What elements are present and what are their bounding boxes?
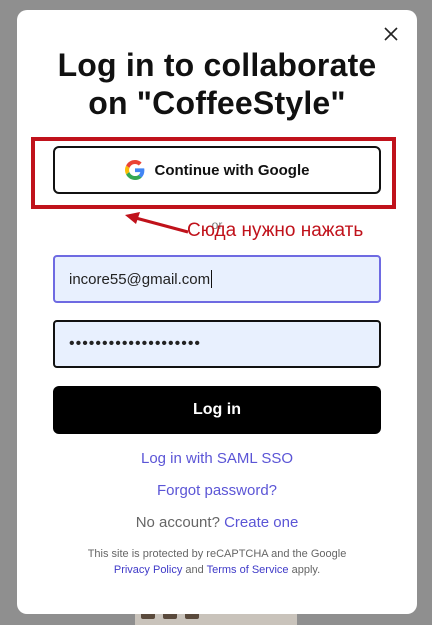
no-account-row: No account? Create one	[17, 514, 417, 531]
text-caret	[211, 270, 213, 288]
create-account-link[interactable]: Create one	[224, 514, 298, 531]
email-value: incore55@gmail.com	[69, 270, 211, 288]
legal-apply-text: apply.	[291, 564, 321, 576]
annotation-arrow-icon	[125, 212, 189, 234]
no-account-text: No account?	[135, 514, 220, 531]
password-value: ••••••••••••••••••••	[69, 335, 202, 352]
recaptcha-notice: This site is protected by reCAPTCHA and …	[17, 546, 417, 578]
saml-sso-link[interactable]: Log in with SAML SSO	[17, 450, 417, 467]
forgot-password-link[interactable]: Forgot password?	[17, 482, 417, 499]
title-line-2: on "CoffeeStyle"	[88, 85, 346, 121]
log-in-button[interactable]: Log in	[53, 386, 381, 434]
login-modal: Log in to collaborate on "CoffeeStyle" C…	[17, 10, 417, 614]
google-button-label: Continue with Google	[154, 161, 310, 179]
continue-with-google-button[interactable]: Continue with Google	[53, 146, 381, 194]
password-field[interactable]: ••••••••••••••••••••	[53, 320, 381, 368]
recaptcha-line: This site is protected by reCAPTCHA and …	[87, 548, 347, 560]
google-g-icon	[124, 160, 144, 180]
title-line-1: Log in to collaborate	[57, 47, 377, 83]
legal-and-text: and	[185, 564, 204, 576]
privacy-policy-link[interactable]: Privacy Policy	[114, 564, 182, 576]
close-icon[interactable]	[381, 24, 401, 44]
terms-of-service-link[interactable]: Terms of Service	[207, 564, 289, 576]
legal-links-row: Privacy Policy and Terms of Service appl…	[17, 562, 417, 578]
email-field[interactable]: incore55@gmail.com	[53, 255, 381, 303]
modal-title: Log in to collaborate on "CoffeeStyle"	[17, 46, 417, 122]
annotation-text: Сюда нужно нажать	[187, 220, 364, 241]
